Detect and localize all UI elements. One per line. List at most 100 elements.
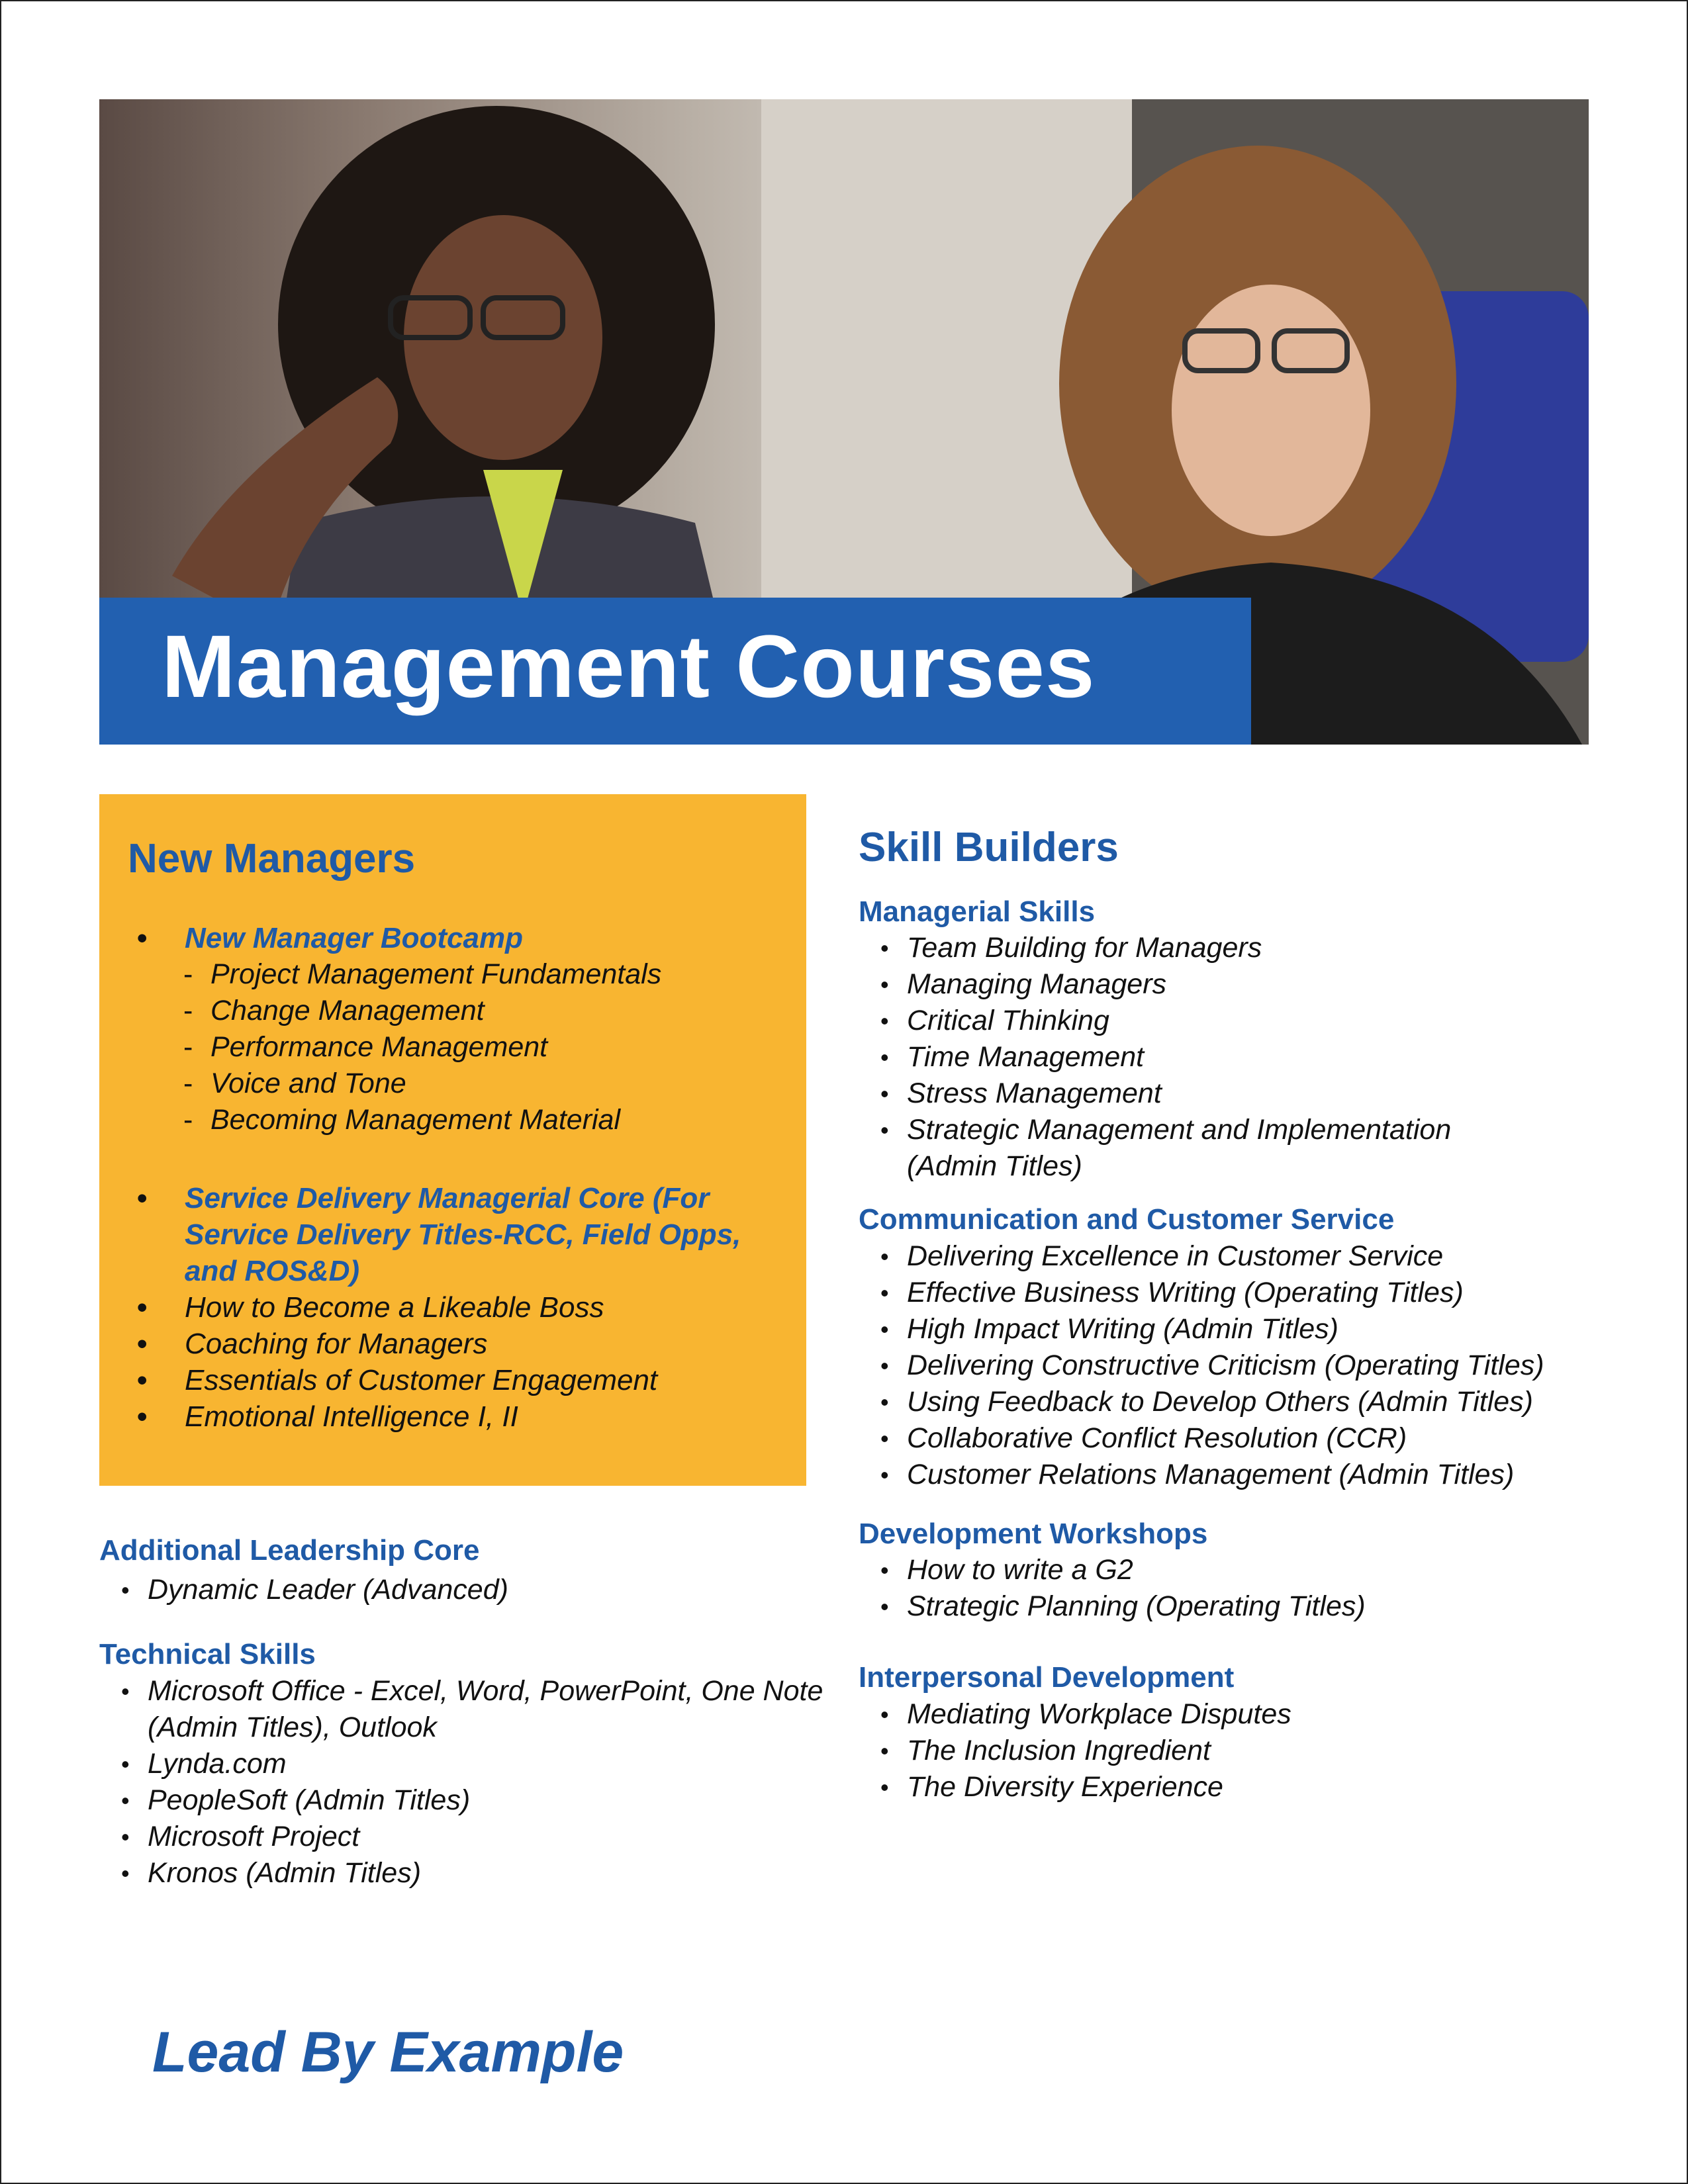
bullet-icon: • <box>121 1823 130 1850</box>
sub-item-label: Becoming Management Material <box>211 1104 621 1136</box>
item-label: Coaching for Managers <box>185 1328 488 1360</box>
list-item: • Critical Thinking <box>859 1003 1626 1039</box>
item-label: Strategic Management and Implementation … <box>907 1114 1452 1182</box>
list-item: • Effective Business Writing (Operating T… <box>859 1275 1626 1311</box>
list-item: • Using Feedback to Develop Others (Admin… <box>859 1384 1626 1420</box>
item-label: High Impact Writing (Admin Titles) <box>907 1313 1338 1345</box>
item-label: Microsoft Office - Excel, Word, PowerPoi… <box>148 1675 823 1743</box>
item-label: Essentials of Customer Engagement <box>185 1364 658 1396</box>
bullet-icon: • <box>121 1678 130 1705</box>
list-item: • Delivering Constructive Criticism (Oper… <box>859 1347 1626 1384</box>
sub-item-label: Change Management <box>211 995 485 1026</box>
bullet-icon: • <box>880 1007 889 1034</box>
list-item: • Coaching for Managers <box>99 1326 806 1362</box>
list-item: • Collaborative Conflict Resolution (CCR) <box>859 1420 1626 1457</box>
technical-skills-heading: Technical Skills <box>99 1638 316 1670</box>
bullet-icon: • <box>880 1774 889 1801</box>
list-item: • Strategic Management and Implementation… <box>859 1112 1503 1185</box>
item-label: Lynda.com <box>148 1748 287 1780</box>
additional-leadership-heading: Additional Leadership Core <box>99 1534 480 1567</box>
bullet-icon: • <box>880 1388 889 1416</box>
item-label: Microsoft Project <box>148 1821 360 1852</box>
bullet-icon: • <box>880 971 889 998</box>
sub-list-item: - Performance Management <box>99 1029 806 1066</box>
technical-skills-list: • Microsoft Office - Excel, Word, PowerPo… <box>99 1673 827 1891</box>
item-label: Critical Thinking <box>907 1005 1109 1036</box>
item-label: Effective Business Writing (Operating Ti… <box>907 1277 1464 1308</box>
list-item: • Service Delivery Managerial Core (For S… <box>99 1180 806 1289</box>
service-delivery-label: Service Delivery Managerial Core (For Se… <box>185 1182 741 1287</box>
list-item: • Microsoft Office - Excel, Word, PowerPo… <box>99 1673 827 1746</box>
development-workshops-heading: Development Workshops <box>859 1518 1208 1550</box>
item-label: Time Management <box>907 1041 1145 1073</box>
dash-icon: - <box>183 1104 193 1136</box>
sub-list-item: - Project Management Fundamentals <box>99 956 806 993</box>
bootcamp-label: New Manager Bootcamp <box>185 922 523 954</box>
new-managers-heading: New Managers <box>128 836 416 882</box>
bullet-icon: • <box>121 1860 130 1887</box>
bullet-icon: • <box>121 1576 130 1604</box>
interpersonal-list: • Mediating Workplace Disputes • The Inclu… <box>859 1696 1626 1805</box>
bullet-icon: • <box>880 1737 889 1764</box>
bullet-icon: • <box>880 1316 889 1343</box>
list-item: • New Manager Bootcamp <box>99 920 806 956</box>
sub-item-label: Project Management Fundamentals <box>211 958 662 990</box>
title-banner: Management Courses <box>99 598 1251 745</box>
item-label: Managing Managers <box>907 968 1167 1000</box>
item-label: Using Feedback to Develop Others (Admin … <box>907 1386 1533 1418</box>
item-label: Delivering Excellence in Customer Servic… <box>907 1240 1444 1272</box>
dash-icon: - <box>183 1031 193 1063</box>
item-label: Team Building for Managers <box>907 932 1262 964</box>
item-label: Customer Relations Management (Admin Tit… <box>907 1459 1515 1490</box>
bullet-icon: • <box>137 1328 148 1360</box>
bullet-icon: • <box>880 1461 889 1488</box>
bullet-icon: • <box>137 922 148 954</box>
list-item: • Time Management <box>859 1039 1626 1075</box>
development-workshops-list: • How to write a G2 • Strategic Planning (… <box>859 1552 1626 1625</box>
list-item: • How to Become a Likeable Boss <box>99 1289 806 1326</box>
dash-icon: - <box>183 995 193 1026</box>
bullet-icon: • <box>880 934 889 962</box>
list-item: • Essentials of Customer Engagement <box>99 1362 806 1398</box>
communication-heading: Communication and Customer Service <box>859 1203 1395 1236</box>
item-label: How to write a G2 <box>907 1554 1133 1586</box>
item-label: How to Become a Likeable Boss <box>185 1291 604 1324</box>
sub-item-label: Voice and Tone <box>211 1068 406 1099</box>
skill-builders-heading: Skill Builders <box>859 825 1119 870</box>
item-label: PeopleSoft (Admin Titles) <box>148 1784 471 1816</box>
communication-list: • Delivering Excellence in Customer Servi… <box>859 1238 1626 1493</box>
bullet-icon: • <box>880 1116 889 1144</box>
item-label: Strategic Planning (Operating Titles) <box>907 1590 1366 1622</box>
list-item: • Team Building for Managers <box>859 930 1626 966</box>
bullet-icon: • <box>880 1701 889 1728</box>
bullet-icon: • <box>880 1279 889 1306</box>
item-label: Stress Management <box>907 1077 1162 1109</box>
managerial-skills-heading: Managerial Skills <box>859 895 1096 928</box>
list-item: • Delivering Excellence in Customer Servi… <box>859 1238 1626 1275</box>
list-item: • Strategic Planning (Operating Titles) <box>859 1588 1626 1625</box>
list-item: • Emotional Intelligence I, II <box>99 1398 806 1435</box>
bullet-icon: • <box>880 1243 889 1270</box>
bullet-icon: • <box>137 1364 148 1396</box>
list-item: • Lynda.com <box>99 1746 827 1782</box>
item-label: Delivering Constructive Criticism (Opera… <box>907 1349 1544 1381</box>
list-item: • The Inclusion Ingredient <box>859 1733 1626 1769</box>
list-item: • How to write a G2 <box>859 1552 1626 1588</box>
bullet-icon: • <box>137 1182 148 1214</box>
item-label: Kronos (Admin Titles) <box>148 1857 422 1889</box>
sub-item-label: Performance Management <box>211 1031 548 1063</box>
list-item: • Stress Management <box>859 1075 1626 1112</box>
footer-tagline: Lead By Example <box>152 2021 624 2084</box>
list-item: • Kronos (Admin Titles) <box>99 1855 827 1891</box>
item-label: Dynamic Leader (Advanced) <box>148 1574 508 1606</box>
dash-icon: - <box>183 1068 193 1099</box>
bullet-icon: • <box>121 1787 130 1814</box>
list-item: • The Diversity Experience <box>859 1769 1626 1805</box>
bullet-icon: • <box>880 1044 889 1071</box>
bullet-icon: • <box>880 1080 889 1107</box>
new-managers-box: New Managers • New Manager Bootcamp - Proj… <box>99 794 806 1486</box>
item-label: The Inclusion Ingredient <box>907 1735 1211 1766</box>
bullet-icon: • <box>137 1400 148 1433</box>
bullet-icon: • <box>880 1425 889 1452</box>
